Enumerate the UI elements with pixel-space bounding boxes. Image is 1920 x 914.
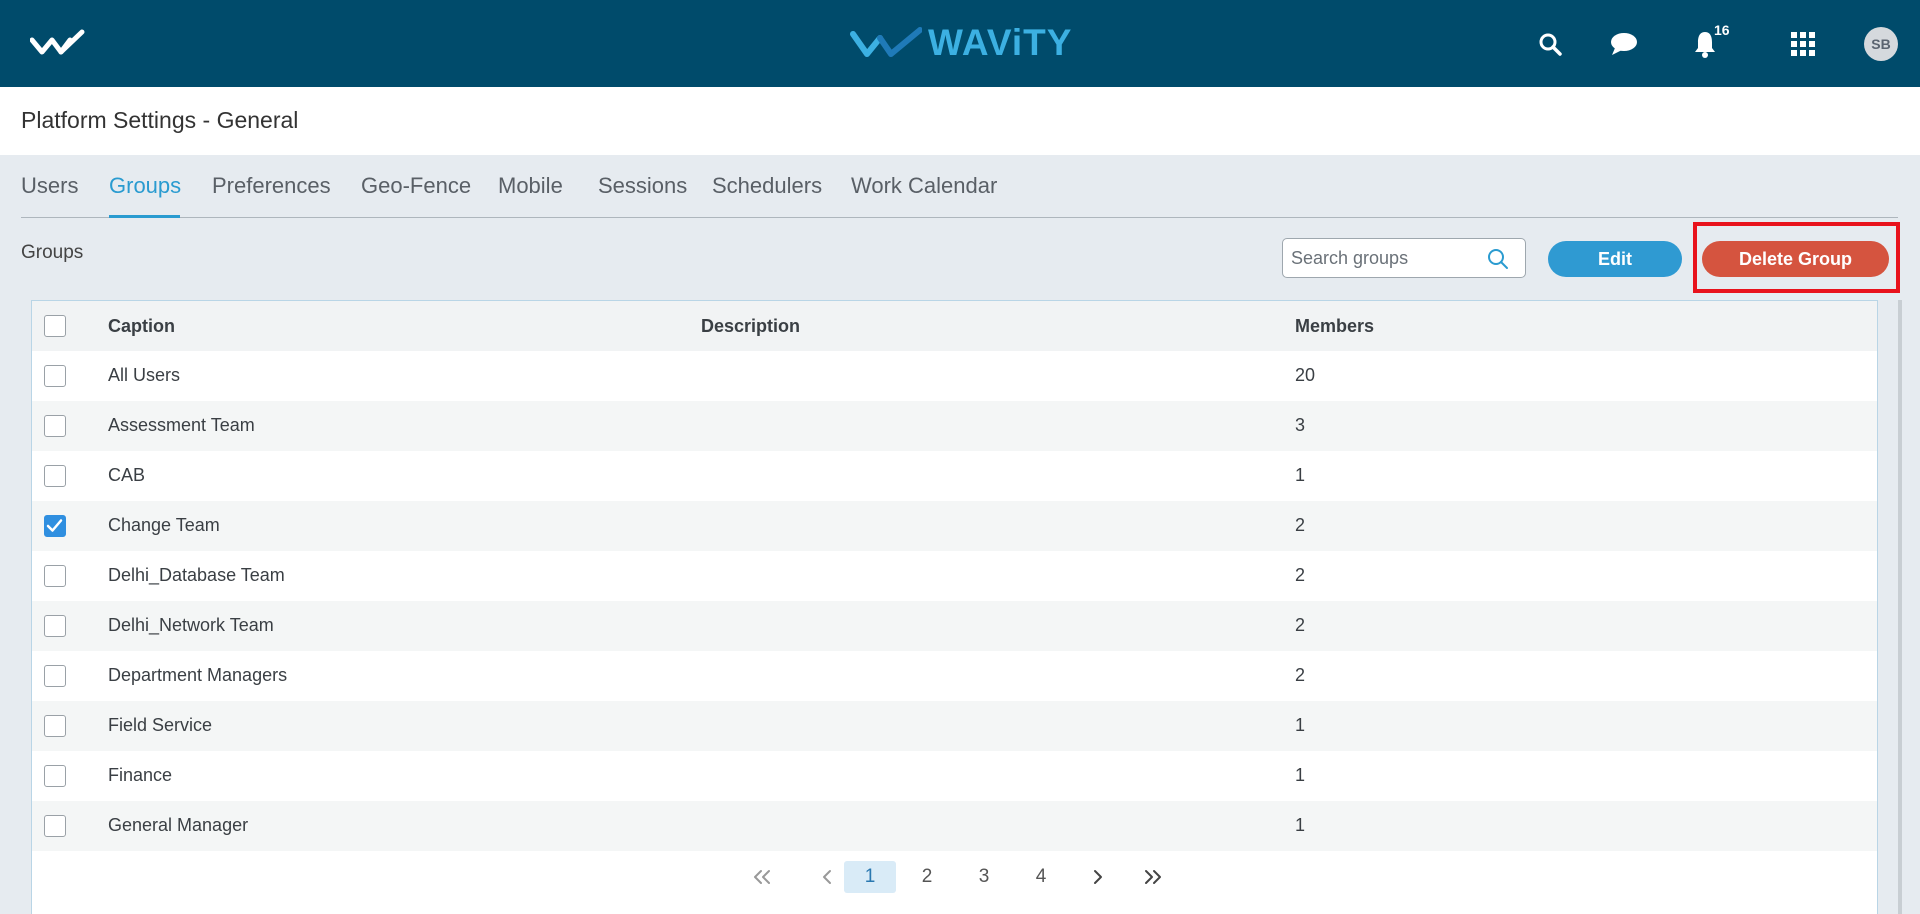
row-checkbox[interactable] [44,365,66,387]
row-members: 1 [1295,765,1306,785]
tab-work-calendar[interactable]: Work Calendar [851,173,997,199]
row-members: 2 [1295,565,1306,585]
row-caption: All Users [108,365,181,385]
edit-button[interactable]: Edit [1548,241,1682,277]
tab-sessions[interactable]: Sessions [598,173,687,199]
row-caption: CAB [108,465,146,485]
page-4-button[interactable]: 4 [1026,861,1056,893]
search-icon[interactable] [1535,29,1565,59]
tab-mobile[interactable]: Mobile [498,173,563,199]
column-header-caption[interactable]: Caption [108,316,175,337]
search-icon[interactable] [1486,247,1510,271]
row-members: 1 [1295,465,1306,485]
brand-mark-icon [850,27,922,57]
search-groups-input[interactable] [1291,245,1483,271]
table-header: Caption Description Members [32,301,1877,351]
previous-page-icon[interactable] [812,861,842,893]
row-members: 1 [1295,815,1306,835]
row-members: 2 [1295,615,1306,635]
row-caption: General Manager [108,815,249,835]
table-row[interactable]: General Manager 1 [32,801,1877,851]
table-row[interactable]: Assessment Team 3 [32,401,1877,451]
table-row[interactable]: All Users 20 [32,351,1877,401]
table-row[interactable]: Delhi_Network Team 2 [32,601,1877,651]
row-caption: Finance [108,765,173,785]
search-groups-box [1282,238,1526,278]
brand-logo: WAViTY [850,22,1072,64]
row-members: 1 [1295,715,1306,735]
page-title: Platform Settings - General [21,107,299,133]
column-header-members[interactable]: Members [1295,316,1374,337]
groups-table: Caption Description Members All Users 20… [31,300,1878,914]
row-members: 2 [1295,515,1306,535]
pagination: 1 2 3 4 [32,852,1877,914]
user-avatar[interactable]: SB [1864,27,1898,61]
tab-groups[interactable]: Groups [109,173,181,199]
row-checkbox[interactable] [44,715,66,737]
tab-geo-fence[interactable]: Geo-Fence [361,173,471,199]
first-page-icon[interactable] [742,861,782,893]
home-logo-icon[interactable] [29,28,86,58]
top-navigation-bar: WAViTY 16 SB [0,0,1920,87]
row-checkbox[interactable] [44,465,66,487]
brand-wordmark: WAViTY [928,22,1073,63]
row-checkbox[interactable] [44,765,66,787]
section-title: Groups [21,242,84,263]
page-header: Platform Settings - General [0,87,1920,155]
page-scrollbar[interactable] [1898,300,1902,914]
table-row[interactable]: Field Service 1 [32,701,1877,751]
page-3-button[interactable]: 3 [969,861,999,893]
row-checkbox[interactable] [44,815,66,837]
notification-count-badge: 16 [1714,22,1730,38]
last-page-icon[interactable] [1133,861,1173,893]
row-members: 3 [1295,415,1306,435]
table-row[interactable]: Delhi_Database Team 2 [32,551,1877,601]
checkmark-icon [46,519,63,532]
row-caption: Field Service [108,715,213,735]
chat-icon[interactable] [1609,29,1639,59]
settings-tabs: Users Groups Preferences Geo-Fence Mobil… [21,155,1898,218]
column-header-description[interactable]: Description [701,316,800,337]
next-page-icon[interactable] [1083,861,1113,893]
row-caption: Change Team [108,515,220,535]
page-2-button[interactable]: 2 [912,861,942,893]
row-members: 2 [1295,665,1306,685]
delete-button-highlight [1693,222,1900,293]
row-caption: Department Managers [108,665,288,685]
row-caption: Delhi_Network Team [108,615,274,635]
row-caption: Delhi_Database Team [108,565,285,585]
row-members: 20 [1295,365,1316,385]
page-1-button[interactable]: 1 [844,861,896,893]
row-checkbox[interactable] [44,515,66,537]
tab-schedulers[interactable]: Schedulers [712,173,822,199]
table-row[interactable]: Department Managers 2 [32,651,1877,701]
table-row[interactable]: Finance 1 [32,751,1877,801]
row-checkbox[interactable] [44,665,66,687]
row-checkbox[interactable] [44,615,66,637]
row-caption: Assessment Team [108,415,255,435]
row-checkbox[interactable] [44,415,66,437]
active-tab-indicator [109,215,180,218]
row-checkbox[interactable] [44,565,66,587]
table-row[interactable]: CAB 1 [32,451,1877,501]
apps-grid-icon[interactable] [1788,29,1818,59]
table-row[interactable]: Change Team 2 [32,501,1877,551]
tab-users[interactable]: Users [21,173,78,199]
select-all-checkbox[interactable] [44,315,66,337]
tab-preferences[interactable]: Preferences [212,173,331,199]
